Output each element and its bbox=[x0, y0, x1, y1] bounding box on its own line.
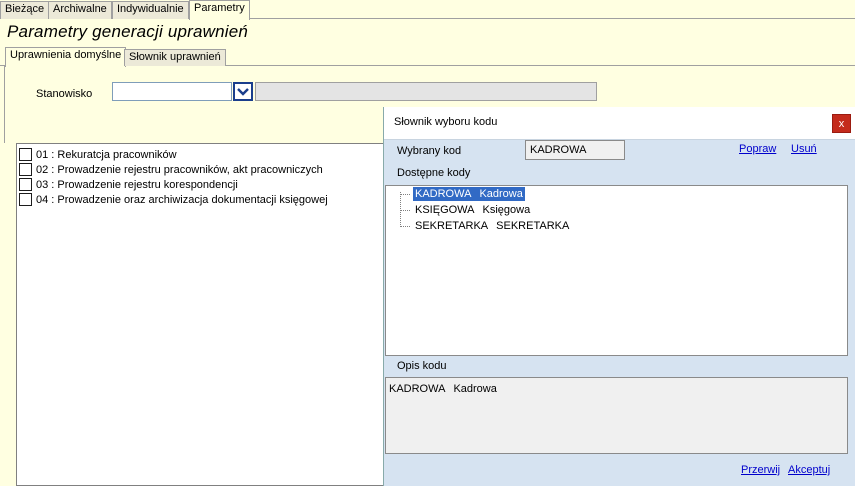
selected-code-label: Wybrany kod bbox=[397, 145, 462, 157]
tree-node-sekretarka[interactable]: SEKRETARKA SEKRETARKA bbox=[413, 219, 571, 233]
code-dictionary-dialog: Słownik wyboru kodu x Wybrany kod KADROW… bbox=[383, 107, 855, 486]
chevron-down-icon bbox=[237, 87, 249, 96]
tree-connector bbox=[400, 194, 410, 195]
akceptuj-link[interactable]: Akceptuj bbox=[788, 464, 830, 476]
tree-node-kadrowa[interactable]: KADROWA Kadrowa bbox=[413, 187, 525, 201]
permission-checkbox[interactable] bbox=[19, 163, 32, 176]
selected-code-field[interactable]: KADROWA bbox=[525, 140, 625, 160]
close-button[interactable]: x bbox=[832, 114, 851, 133]
tab-parametry[interactable]: Parametry bbox=[189, 0, 250, 20]
code-description-box: KADROWA Kadrowa bbox=[385, 377, 848, 454]
stanowisko-description-field bbox=[255, 82, 597, 101]
sub-tab-bar: Uprawnienia domyślne Słownik uprawnień bbox=[0, 47, 855, 67]
usun-link[interactable]: Usuń bbox=[791, 143, 817, 155]
tab-biezace[interactable]: Bieżące bbox=[0, 1, 50, 19]
permission-label: 02 : Prowadzenie rejestru pracowników, a… bbox=[36, 163, 323, 176]
tab-indywidualnie[interactable]: Indywidualnie bbox=[112, 1, 189, 19]
top-tab-bar: Bieżące Archiwalne Indywidualnie Paramet… bbox=[0, 0, 855, 20]
available-codes-label: Dostępne kody bbox=[397, 167, 471, 179]
stanowisko-select[interactable] bbox=[112, 82, 232, 101]
tab-slownik-uprawnien[interactable]: Słownik uprawnień bbox=[124, 49, 226, 66]
permission-checkbox[interactable] bbox=[19, 193, 32, 206]
permission-label: 04 : Prowadzenie oraz archiwizacja dokum… bbox=[36, 193, 328, 206]
close-icon: x bbox=[838, 118, 845, 130]
list-item[interactable]: 02 : Prowadzenie rejestru pracowników, a… bbox=[19, 162, 323, 177]
code-tree: KADROWA Kadrowa KSIĘGOWA Księgowa SEKRETAR… bbox=[385, 185, 848, 356]
przerwij-link[interactable]: Przerwij bbox=[741, 464, 780, 476]
popraw-link[interactable]: Popraw bbox=[739, 143, 776, 155]
stanowisko-dropdown-button[interactable] bbox=[233, 82, 253, 101]
permission-checkbox[interactable] bbox=[19, 178, 32, 191]
list-item[interactable]: 01 : Rekuratcja pracowników bbox=[19, 147, 177, 162]
dialog-title-bar: Słownik wyboru kodu x bbox=[384, 107, 855, 140]
list-item[interactable]: 04 : Prowadzenie oraz archiwizacja dokum… bbox=[19, 192, 328, 207]
permission-label: 03 : Prowadzenie rejestru korespondencji bbox=[36, 178, 238, 191]
page-title: Parametry generacji uprawnień bbox=[7, 22, 249, 41]
list-item[interactable]: 03 : Prowadzenie rejestru korespondencji bbox=[19, 177, 238, 192]
permission-checkbox[interactable] bbox=[19, 148, 32, 161]
stanowisko-label: Stanowisko bbox=[36, 88, 93, 100]
tree-connector bbox=[400, 192, 401, 225]
tree-node-ksiegowa[interactable]: KSIĘGOWA Księgowa bbox=[413, 203, 532, 217]
permission-list: 01 : Rekuratcja pracowników 02 : Prowadz… bbox=[16, 143, 386, 486]
dialog-title: Słownik wyboru kodu bbox=[394, 116, 498, 128]
tab-uprawnienia-domyslne[interactable]: Uprawnienia domyślne bbox=[5, 47, 127, 67]
tree-connector bbox=[400, 210, 410, 211]
tree-connector bbox=[400, 226, 410, 227]
tab-archiwalne[interactable]: Archiwalne bbox=[48, 1, 112, 19]
code-description-label: Opis kodu bbox=[397, 360, 447, 372]
permission-label: 01 : Rekuratcja pracowników bbox=[36, 148, 177, 161]
